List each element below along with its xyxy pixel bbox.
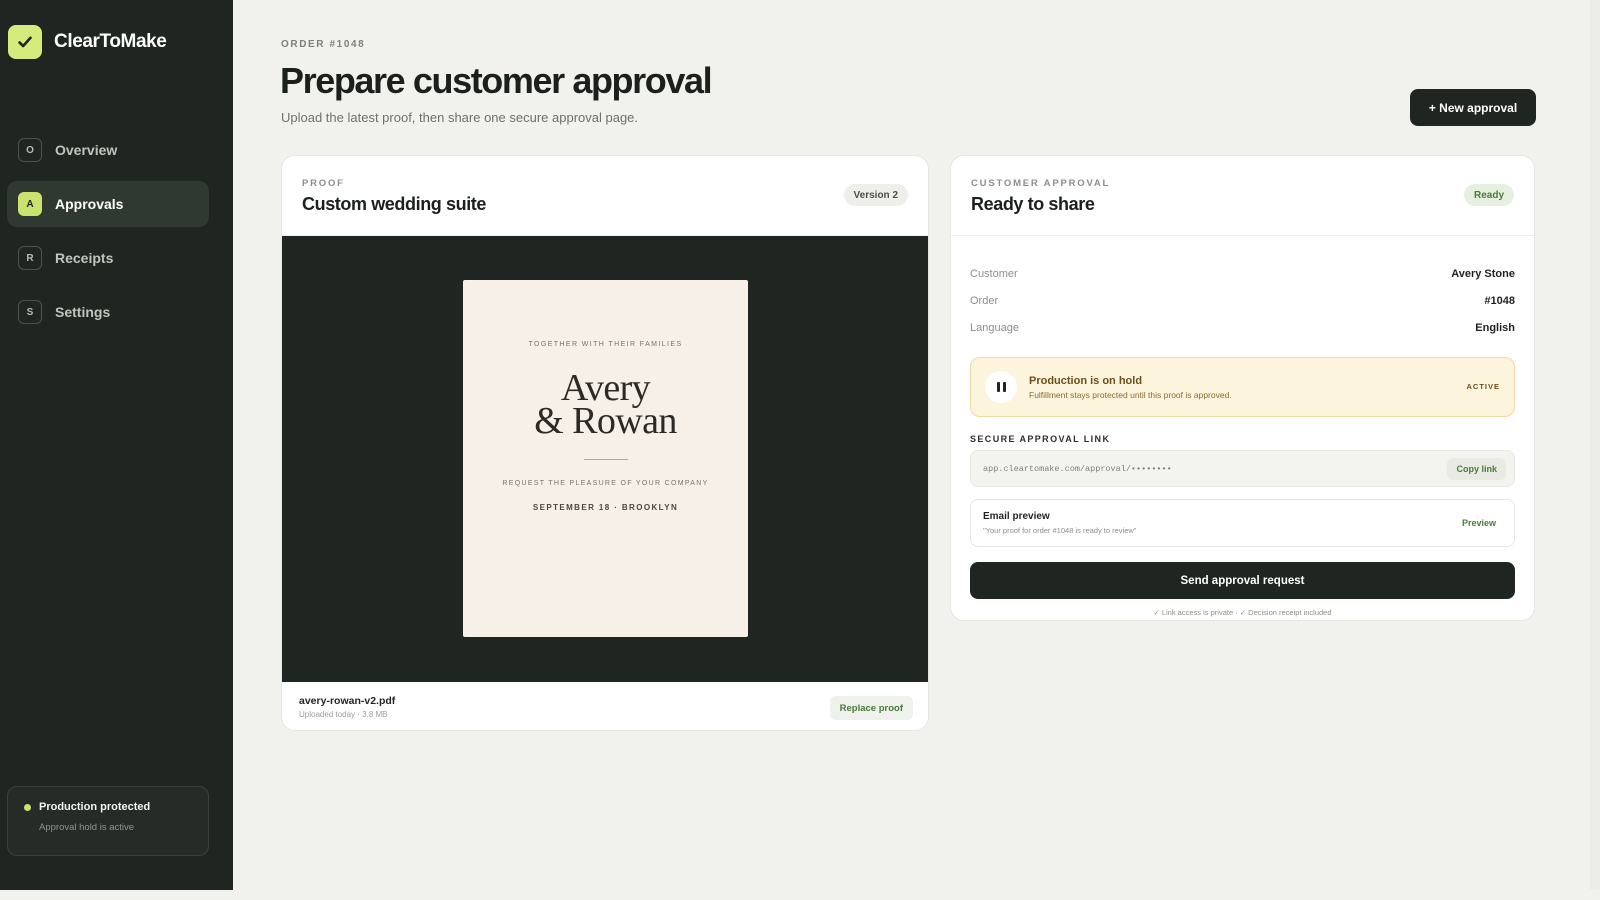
sidebar-item-settings[interactable]: S Settings bbox=[7, 289, 209, 335]
sidebar-item-overview[interactable]: O Overview bbox=[7, 127, 209, 173]
detail-value: Avery Stone bbox=[1451, 267, 1515, 280]
checkmark-logo-icon bbox=[8, 25, 42, 59]
status-dot-icon bbox=[24, 803, 31, 811]
detail-value: English bbox=[1475, 321, 1515, 334]
send-approval-request-button[interactable]: Send approval request bbox=[970, 562, 1515, 599]
page-subtitle: Upload the latest proof, then share one … bbox=[281, 110, 639, 125]
detail-row-language: Language English bbox=[970, 314, 1515, 341]
version-badge: Version 2 bbox=[843, 184, 908, 206]
sidebar-item-label: Overview bbox=[55, 142, 118, 158]
email-preview-subject: "Your proof for order #1048 is ready to … bbox=[983, 526, 1137, 535]
sidebar-item-label: Approvals bbox=[55, 196, 124, 212]
preview-button[interactable]: Preview bbox=[1462, 518, 1496, 528]
file-meta: Uploaded today · 3.8 MB bbox=[299, 710, 388, 719]
page-scrollbar[interactable] bbox=[1590, 0, 1600, 890]
proof-title: Custom wedding suite bbox=[302, 194, 487, 214]
detail-row-order: Order #1048 bbox=[970, 287, 1515, 314]
proof-preview: TOGETHER WITH THEIR FAMILIES Avery & Row… bbox=[282, 236, 928, 682]
brand-name: ClearToMake bbox=[54, 31, 167, 52]
sidebar: ClearToMake O Overview A Approvals R Rec… bbox=[0, 0, 233, 890]
hold-active-tag: ACTIVE bbox=[1466, 382, 1500, 391]
secure-link-label: SECURE APPROVAL LINK bbox=[970, 434, 1111, 444]
detail-row-customer: Customer Avery Stone bbox=[970, 260, 1515, 287]
approval-title: Ready to share bbox=[971, 194, 1095, 214]
protected-subtitle: Approval hold is active bbox=[39, 822, 135, 833]
production-protected-status: Production protected Approval hold is ac… bbox=[7, 786, 209, 856]
brand[interactable]: ClearToMake bbox=[8, 25, 167, 59]
sidebar-item-label: Receipts bbox=[55, 250, 114, 266]
secure-link-field: Copy link bbox=[970, 450, 1515, 487]
hold-title: Production is on hold bbox=[1029, 374, 1143, 387]
protected-title-text: Production protected bbox=[39, 801, 151, 813]
invitation-names: Avery & Rowan bbox=[463, 369, 748, 442]
email-preview-title: Email preview bbox=[983, 511, 1050, 522]
invitation-divider bbox=[583, 459, 628, 460]
production-protected-title: Production protected bbox=[24, 801, 208, 813]
privacy-note: ✓ Link access is private · ✓ Decision re… bbox=[1153, 608, 1332, 617]
replace-proof-button[interactable]: Replace proof bbox=[829, 696, 913, 720]
approval-eyebrow: CUSTOMER APPROVAL bbox=[971, 178, 1111, 189]
sidebar-item-approvals[interactable]: A Approvals bbox=[7, 181, 209, 227]
proof-file-footer: avery-rowan-v2.pdf Uploaded today · 3.8 … bbox=[282, 682, 928, 730]
approval-body: Customer Avery Stone Order #1048 Languag… bbox=[951, 236, 1534, 617]
status-badge: Ready bbox=[1463, 184, 1514, 206]
proof-eyebrow: PROOF bbox=[302, 178, 345, 189]
hold-text: Production is on hold Fulfillment stays … bbox=[1029, 375, 1232, 400]
customer-approval-card: CUSTOMER APPROVAL Ready to share Ready C… bbox=[950, 155, 1535, 621]
hold-subtitle: Fulfillment stays protected until this p… bbox=[1029, 389, 1232, 400]
invitation-name-2: & Rowan bbox=[534, 400, 677, 442]
new-approval-button[interactable]: + New approval bbox=[1410, 89, 1536, 126]
proof-card: PROOF Custom wedding suite Version 2 TOG… bbox=[281, 155, 929, 731]
proof-card-header: PROOF Custom wedding suite Version 2 bbox=[282, 156, 928, 236]
order-number: ORDER #1048 bbox=[281, 39, 366, 50]
email-preview-box: Email preview "Your proof for order #104… bbox=[970, 499, 1515, 547]
detail-key: Language bbox=[970, 321, 1019, 334]
copy-link-button[interactable]: Copy link bbox=[1447, 457, 1506, 480]
detail-key: Customer bbox=[970, 267, 1018, 280]
receipts-badge-icon: R bbox=[18, 246, 42, 270]
sidebar-item-receipts[interactable]: R Receipts bbox=[7, 235, 209, 281]
file-name: avery-rowan-v2.pdf bbox=[299, 695, 396, 707]
page-title: Prepare customer approval bbox=[280, 60, 713, 101]
detail-value: #1048 bbox=[1484, 294, 1515, 307]
secure-link-input[interactable] bbox=[983, 463, 1448, 474]
invitation-top-line: TOGETHER WITH THEIR FAMILIES bbox=[528, 341, 683, 348]
sidebar-nav: O Overview A Approvals R Receipts S Sett… bbox=[7, 127, 209, 343]
sidebar-item-label: Settings bbox=[55, 304, 111, 320]
approvals-badge-icon: A bbox=[18, 192, 42, 216]
settings-badge-icon: S bbox=[18, 300, 42, 324]
invitation-proof: TOGETHER WITH THEIR FAMILIES Avery & Row… bbox=[463, 280, 748, 637]
approval-card-header: CUSTOMER APPROVAL Ready to share Ready bbox=[951, 156, 1534, 236]
detail-key: Order bbox=[970, 294, 999, 307]
invitation-request: REQUEST THE PLEASURE OF YOUR COMPANY bbox=[502, 480, 709, 487]
overview-badge-icon: O bbox=[18, 138, 42, 162]
invitation-date: SEPTEMBER 18 · BROOKLYN bbox=[532, 503, 679, 512]
production-hold-banner: Production is on hold Fulfillment stays … bbox=[970, 357, 1515, 417]
pause-icon bbox=[985, 371, 1017, 403]
